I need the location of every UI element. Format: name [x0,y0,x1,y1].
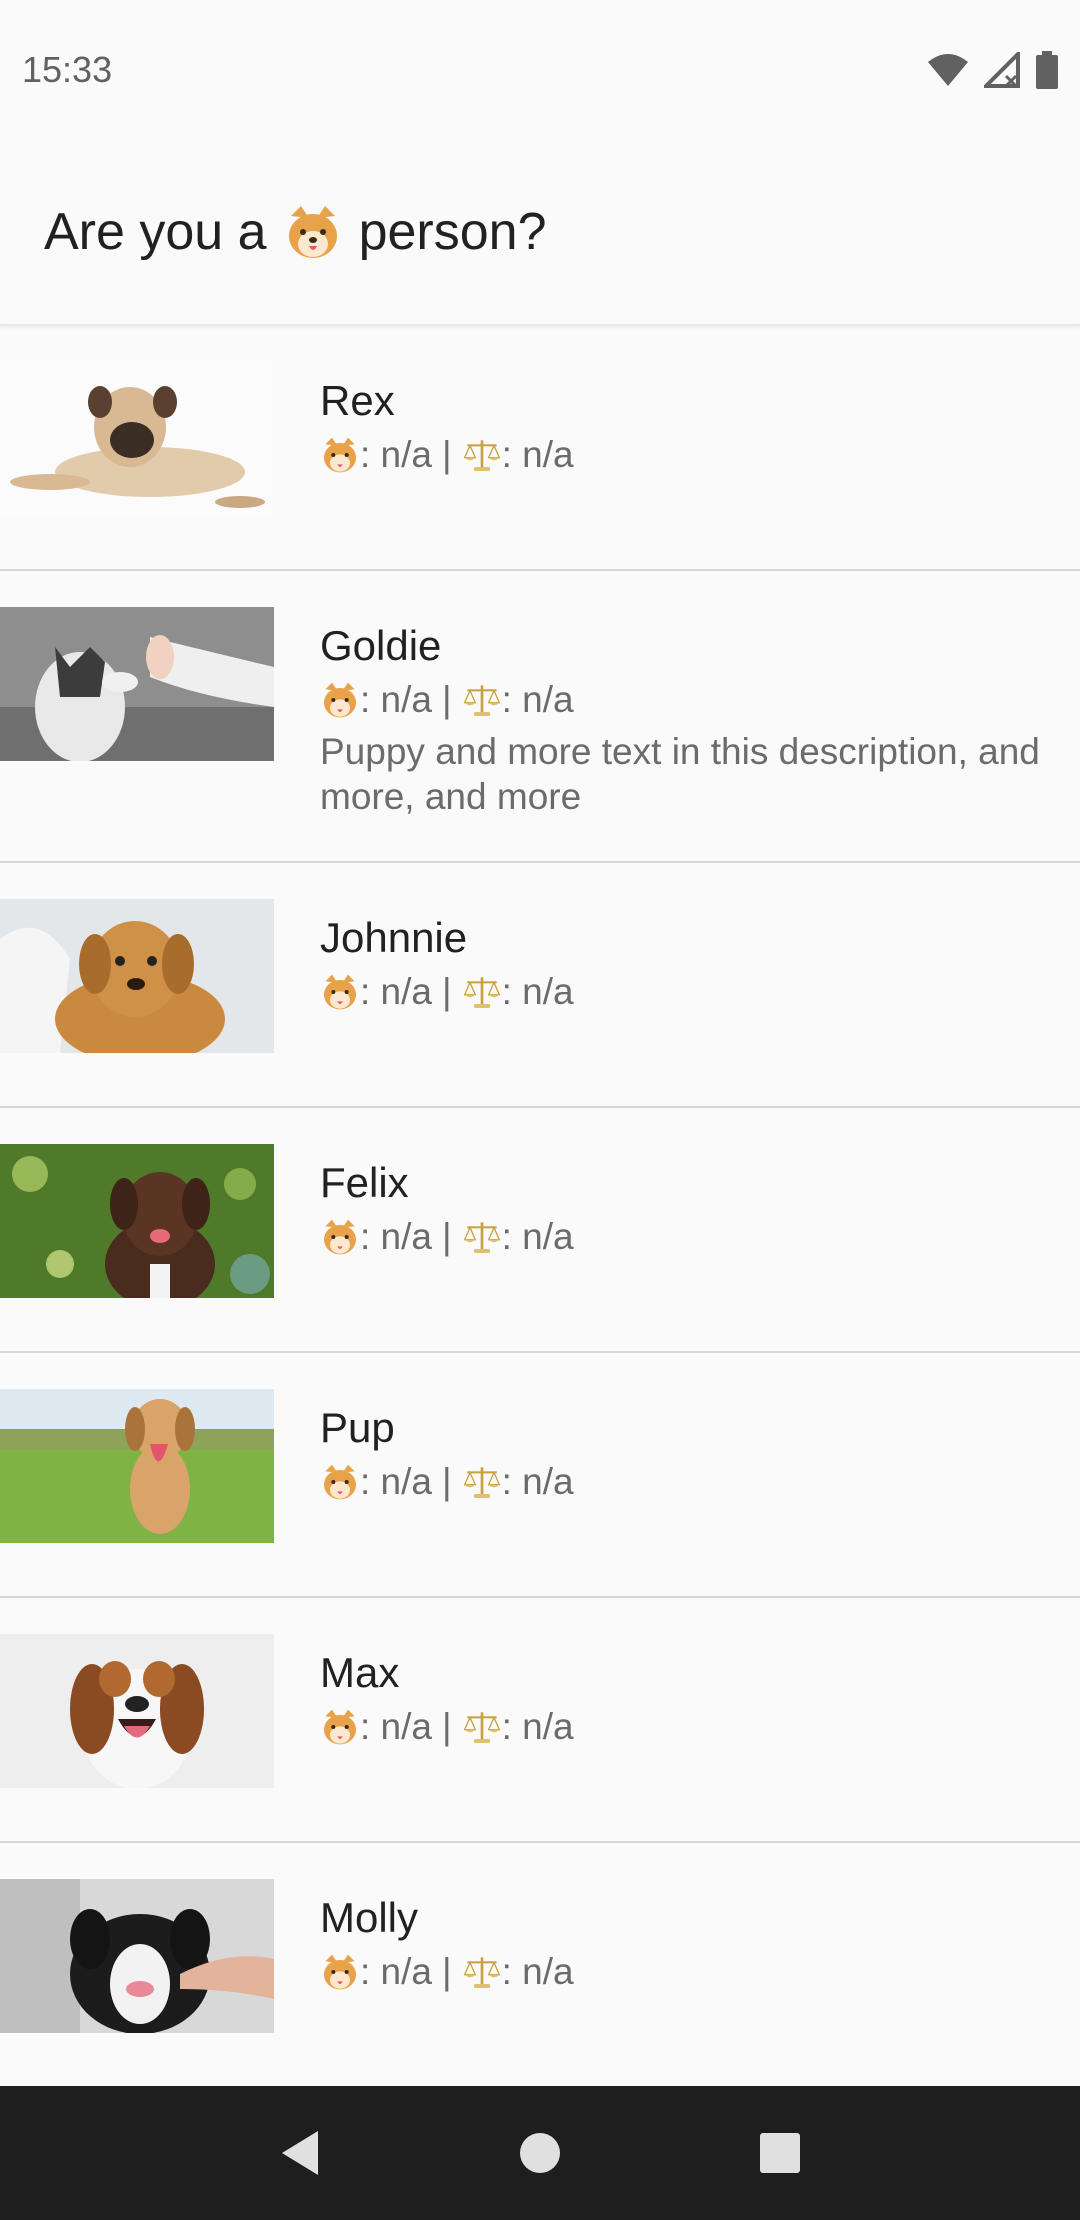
title-suffix: person? [358,203,547,261]
dog-meta: : n/a | : n/a [320,1947,1040,1997]
dog-list: Rex : n/a |: n/a Goldie: n/a |: n/a P… [0,326,1080,2088]
age-label: : n/a [360,1706,432,1747]
dog-name: Molly [320,1894,419,1941]
weight-label: : n/a [501,1706,574,1747]
meta-separator: | [442,1461,452,1502]
meta-separator: | [442,1706,452,1747]
meta-separator: | [442,679,452,720]
balance-scale-icon [463,685,500,716]
weight-label: : n/a [501,434,574,475]
dog-name: Felix [320,1159,409,1206]
dog-meta: : n/a | : n/a [320,430,1040,480]
dog-photo [0,899,274,1053]
balance-scale-icon [463,1712,500,1743]
list-item[interactable]: Goldie : n/a |: n/a Puppy and more text… [0,571,1080,863]
dog-face-icon [324,437,356,473]
dog-meta: : n/a | : n/a [320,967,1040,1017]
navigation-bar [0,2086,1080,2220]
balance-scale-icon [463,1467,500,1498]
list-item[interactable]: Felix : n/a |: n/a [0,1108,1080,1353]
meta-separator: | [442,1951,452,1992]
list-item[interactable]: Rex : n/a |: n/a [0,326,1080,571]
back-icon [282,2131,318,2175]
weight-label: : n/a [501,679,574,720]
status-icons [926,51,1058,89]
weight-label: : n/a [501,971,574,1012]
wifi-icon [928,54,968,86]
balance-scale-icon [463,977,500,1008]
dog-meta: : n/a | : n/a [320,675,1040,725]
age-label: : n/a [360,1461,432,1502]
dog-face-icon [324,974,356,1010]
dog-face-icon [288,206,337,258]
list-item-text: Molly : n/a |: n/a [320,1891,1040,1997]
dog-face-icon [324,1709,356,1745]
list-item[interactable]: Molly : n/a |: n/a [0,1843,1080,2088]
dog-face-icon [324,1954,356,1990]
balance-scale-icon [463,440,500,471]
list-item-text: Rex : n/a |: n/a [320,374,1040,480]
dog-photo [0,362,274,516]
balance-scale-icon [463,1222,500,1253]
back-button[interactable] [260,2113,340,2193]
list-item-text: Max : n/a |: n/a [320,1646,1040,1752]
dog-photo [0,1634,274,1788]
dog-face-icon [324,1219,356,1255]
dog-meta: : n/a | : n/a [320,1702,1040,1752]
dog-photo [0,1389,274,1543]
weight-label: : n/a [501,1951,574,1992]
dog-face-icon [324,682,356,718]
recents-button[interactable] [740,2113,820,2193]
dog-name: Goldie [320,622,442,669]
home-icon [520,2133,560,2173]
list-item-text: Pup : n/a |: n/a [320,1401,1040,1507]
age-label: : n/a [360,434,432,475]
meta-separator: | [442,434,452,475]
page-title: Are you a person? [44,202,547,262]
weight-label: : n/a [501,1461,574,1502]
status-bar: 15:33 [0,0,1080,140]
list-item-text: Goldie : n/a |: n/a Puppy and more text… [320,619,1040,819]
app-screen: 15:33 Are you a person? Rex: n/a |: n/… [0,0,1080,2220]
age-label: : n/a [360,1951,432,1992]
cell-signal-icon [984,52,1020,88]
dog-description: Puppy and more text in this description,… [320,731,1040,817]
list-item[interactable]: Pup : n/a |: n/a [0,1353,1080,1598]
app-bar: Are you a person? [0,140,1080,326]
status-time: 15:33 [22,49,113,90]
age-label: : n/a [360,1216,432,1257]
dog-meta: : n/a | : n/a [320,1457,1040,1507]
dog-face-icon [324,1464,356,1500]
dog-name: Rex [320,377,395,424]
home-button[interactable] [500,2113,580,2193]
list-item[interactable]: Johnnie : n/a |: n/a [0,863,1080,1108]
age-label: : n/a [360,971,432,1012]
age-label: : n/a [360,679,432,720]
list-item[interactable]: Max : n/a |: n/a [0,1598,1080,1843]
meta-separator: | [442,1216,452,1257]
meta-separator: | [442,971,452,1012]
dog-meta: : n/a | : n/a [320,1212,1040,1262]
recents-icon [760,2133,800,2173]
dog-photo [0,1879,274,2033]
balance-scale-icon [463,1957,500,1988]
list-item-text: Johnnie : n/a |: n/a [320,911,1040,1017]
dog-photo [0,1144,274,1298]
list-item-text: Felix : n/a |: n/a [320,1156,1040,1262]
title-prefix: Are you a [44,203,267,261]
weight-label: : n/a [501,1216,574,1257]
dog-name: Max [320,1649,400,1696]
dog-photo [0,607,274,761]
dog-name: Pup [320,1404,395,1451]
battery-icon [1036,51,1058,89]
dog-name: Johnnie [320,914,468,961]
